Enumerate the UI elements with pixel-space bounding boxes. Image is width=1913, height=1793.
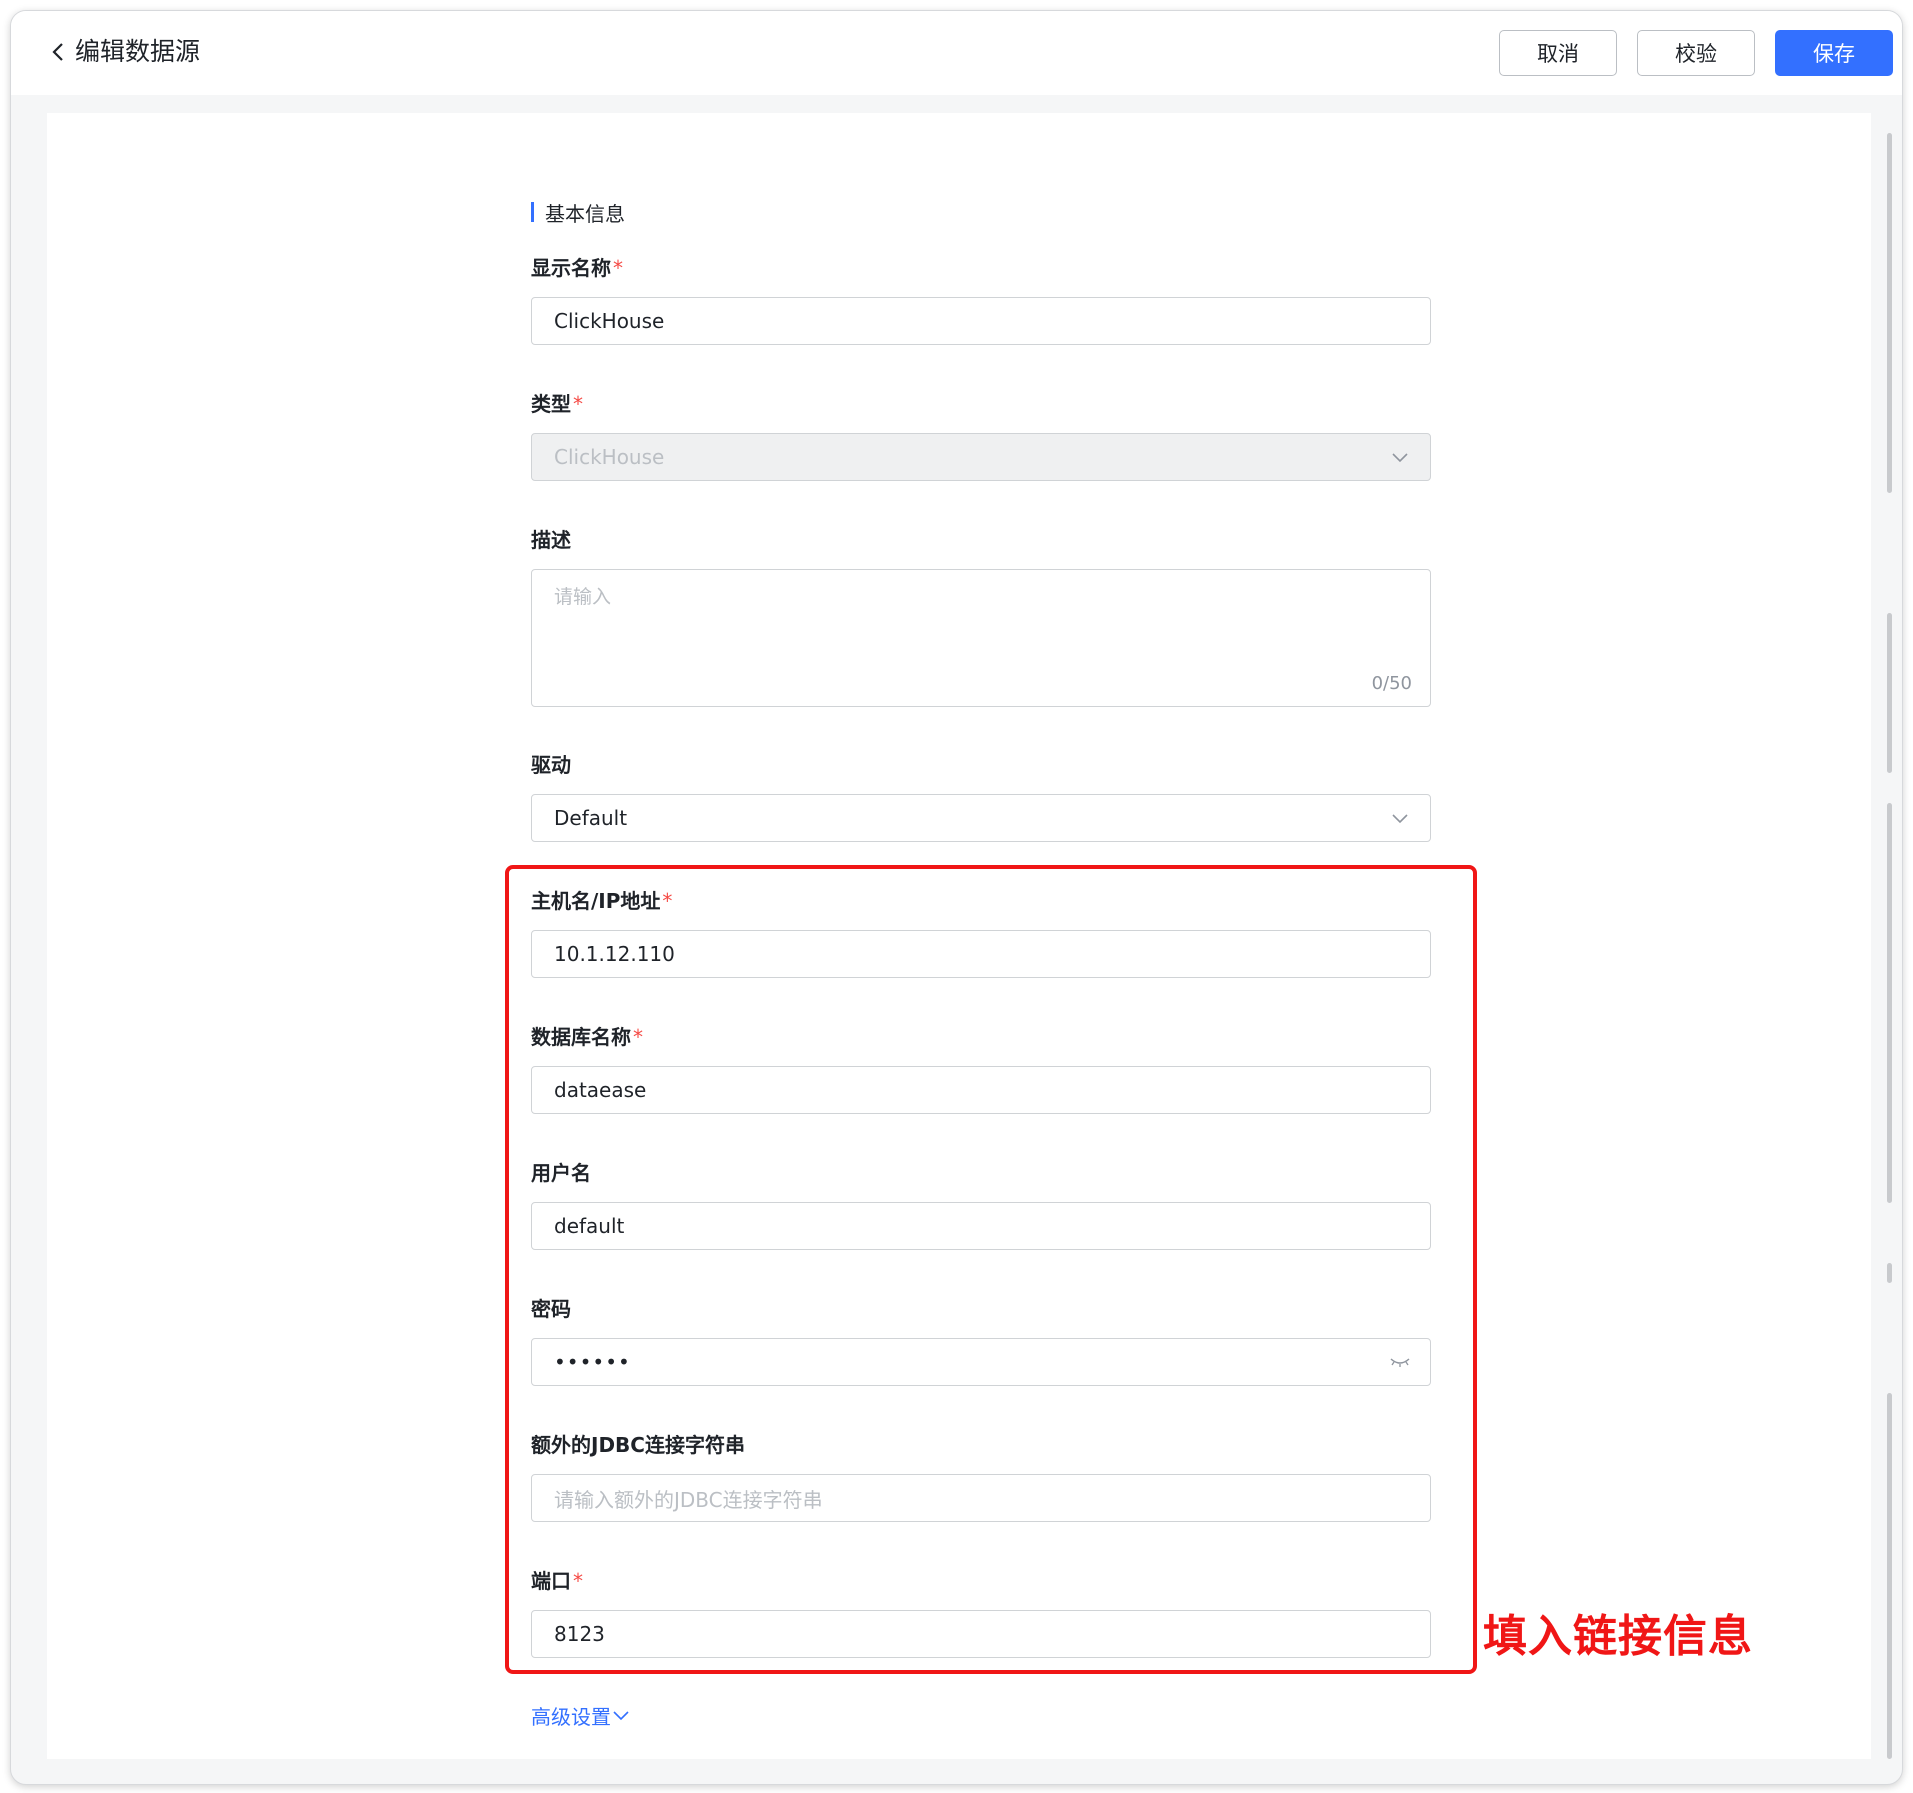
back-button[interactable]: 编辑数据源: [51, 37, 200, 67]
scrollbar-thumb[interactable]: [1887, 1263, 1892, 1283]
description-placeholder: 请输入: [554, 586, 612, 608]
display-name-input[interactable]: ClickHouse: [531, 297, 1431, 345]
section-accent-bar: [531, 202, 534, 222]
driver-select[interactable]: Default: [531, 794, 1431, 842]
description-textarea[interactable]: 请输入 0/50: [531, 569, 1431, 707]
scrollbar-thumb[interactable]: [1887, 1393, 1892, 1759]
cancel-button[interactable]: 取消: [1499, 30, 1617, 76]
scrollbar-thumb[interactable]: [1887, 803, 1892, 1203]
type-select: ClickHouse: [531, 433, 1431, 481]
annotation-highlight-box: [505, 865, 1477, 1674]
driver-label: 驱动: [531, 753, 571, 777]
section-title: 基本信息: [531, 201, 625, 226]
top-bar: 编辑数据源 取消 校验 保存: [11, 11, 1902, 95]
chevron-down-icon: [1390, 448, 1410, 468]
required-star: *: [613, 256, 623, 280]
description-label: 描述: [531, 528, 571, 552]
type-label: 类型 *: [531, 392, 583, 416]
scrollbar-thumb[interactable]: [1887, 613, 1892, 773]
annotation-text: 填入链接信息: [1483, 1611, 1753, 1662]
save-button[interactable]: 保存: [1775, 30, 1893, 76]
scrollbar[interactable]: [1887, 113, 1893, 1759]
display-name-label: 显示名称 *: [531, 256, 623, 280]
char-counter: 0/50: [1371, 673, 1412, 694]
chevron-down-icon: [1390, 809, 1410, 829]
required-star: *: [573, 392, 583, 416]
advanced-settings-toggle[interactable]: 高级设置: [531, 1701, 629, 1730]
scrollbar-thumb[interactable]: [1887, 133, 1892, 493]
page-title: 编辑数据源: [75, 37, 201, 66]
chevron-left-icon: [52, 43, 63, 61]
validate-button[interactable]: 校验: [1637, 30, 1755, 76]
chevron-down-icon: [613, 1710, 629, 1720]
